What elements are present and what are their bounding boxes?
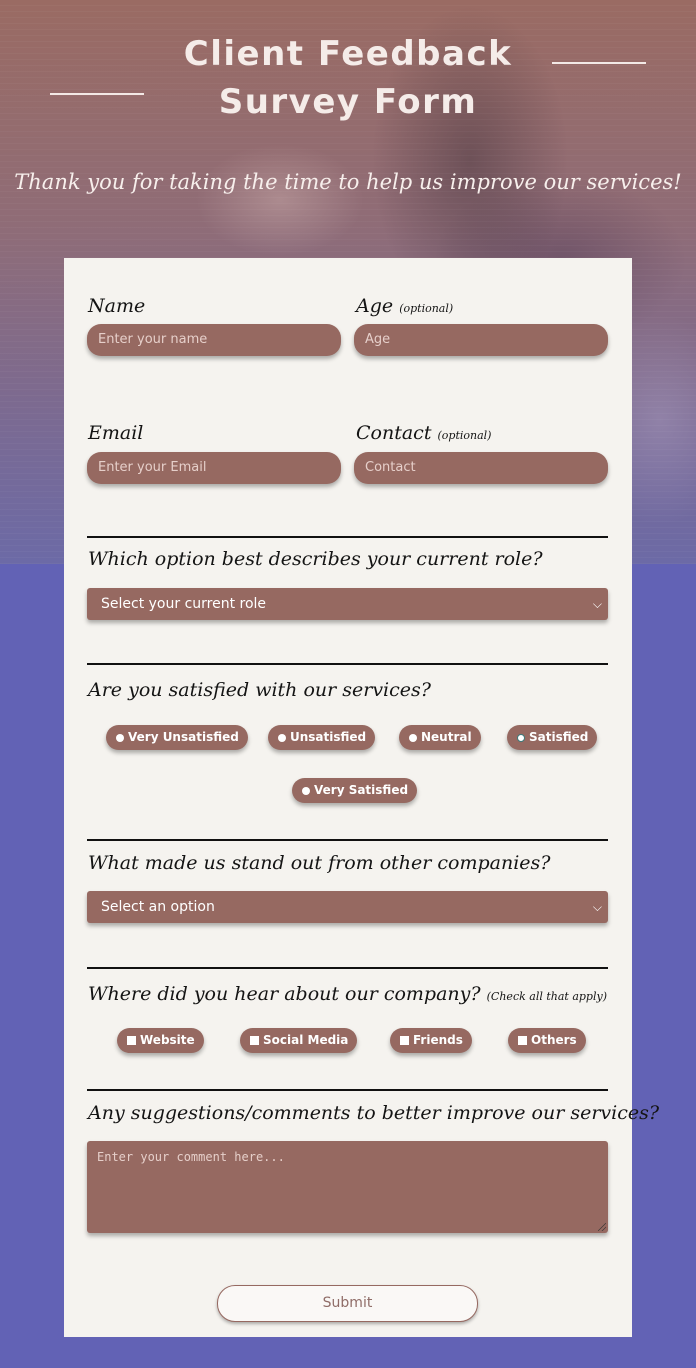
comments-question: Any suggestions/comments to better impro… xyxy=(88,1102,660,1124)
title-line-1: Client Feedback xyxy=(183,34,513,74)
source-option-website[interactable]: Website xyxy=(117,1028,204,1053)
chevron-down-icon: ⌵ xyxy=(592,900,602,914)
name-input[interactable]: Enter your name xyxy=(87,324,341,356)
satisfaction-option-very-satisfied[interactable]: Very Satisfied xyxy=(292,778,418,803)
page-subtitle: Thank you for taking the time to help us… xyxy=(14,170,682,194)
age-label: Age (optional) xyxy=(356,295,454,317)
role-select-value: Select your current role xyxy=(101,596,267,612)
standout-select[interactable]: Select an option ⌵ xyxy=(87,891,608,923)
source-option-social-media[interactable]: Social Media xyxy=(240,1028,358,1053)
role-select[interactable]: Select your current role ⌵ xyxy=(87,588,608,620)
resize-handle-icon[interactable] xyxy=(598,1223,606,1231)
satisfaction-option-unsatisfied[interactable]: Unsatisfied xyxy=(268,725,376,750)
radio-selected-icon[interactable] xyxy=(517,734,525,742)
checkbox-icon[interactable] xyxy=(127,1036,136,1045)
divider xyxy=(87,1089,608,1091)
radio-icon[interactable] xyxy=(278,734,286,742)
radio-icon[interactable] xyxy=(116,734,124,742)
age-input[interactable]: Age xyxy=(354,324,608,356)
divider xyxy=(87,536,608,538)
radio-icon[interactable] xyxy=(302,787,310,795)
checkbox-icon[interactable] xyxy=(250,1036,259,1045)
age-optional-note: (optional) xyxy=(399,302,454,315)
comments-textarea[interactable]: Enter your comment here... xyxy=(87,1141,608,1233)
source-question: Where did you hear about our company? (C… xyxy=(88,983,608,1005)
chevron-down-icon: ⌵ xyxy=(592,597,602,611)
contact-optional-note: (optional) xyxy=(437,429,492,442)
submit-button[interactable]: Submit xyxy=(217,1285,478,1322)
checkbox-icon[interactable] xyxy=(518,1036,527,1045)
radio-icon[interactable] xyxy=(409,734,417,742)
email-input[interactable]: Enter your Email xyxy=(87,452,341,484)
email-label: Email xyxy=(88,422,144,444)
role-question: Which option best describes your current… xyxy=(88,548,543,570)
divider xyxy=(87,967,608,969)
divider xyxy=(87,663,608,665)
standout-select-value: Select an option xyxy=(101,899,215,915)
name-label: Name xyxy=(88,295,146,317)
satisfaction-option-very-unsatisfied[interactable]: Very Unsatisfied xyxy=(106,725,248,750)
comments-placeholder: Enter your comment here... xyxy=(97,1150,285,1164)
satisfaction-option-satisfied[interactable]: Satisfied xyxy=(507,725,598,750)
source-note: (Check all that apply) xyxy=(486,990,608,1003)
title-line-2: Survey Form xyxy=(218,82,478,122)
contact-label: Contact (optional) xyxy=(356,422,492,444)
source-option-friends[interactable]: Friends xyxy=(390,1028,472,1053)
divider xyxy=(87,839,608,841)
page-title: Client Feedback Survey Form xyxy=(0,30,696,126)
source-option-others[interactable]: Others xyxy=(508,1028,586,1053)
survey-form-card: Name Enter your name Age (optional) Age … xyxy=(64,258,659,1337)
satisfaction-question: Are you satisfied with our services? xyxy=(88,679,431,701)
standout-question: What made us stand out from other compan… xyxy=(88,852,551,874)
satisfaction-option-neutral[interactable]: Neutral xyxy=(399,725,481,750)
contact-input[interactable]: Contact xyxy=(354,452,608,484)
checkbox-icon[interactable] xyxy=(400,1036,409,1045)
